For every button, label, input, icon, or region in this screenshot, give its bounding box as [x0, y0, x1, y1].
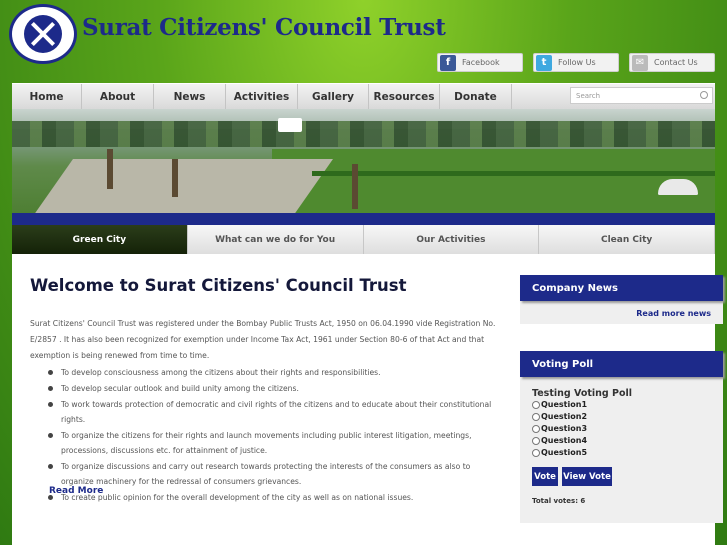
search-input[interactable]: Search — [570, 87, 713, 104]
total-votes: Total votes: 6 — [532, 497, 586, 505]
list-item: To work towards protection of democratic… — [48, 397, 504, 427]
nav-item-activities[interactable]: Activities — [226, 84, 298, 110]
tab-green-city[interactable]: Green City — [12, 225, 188, 254]
page-title: Welcome to Surat Citizens' Council Trust — [30, 276, 407, 295]
facebook-label: Facebook — [462, 58, 500, 67]
read-more-news-link[interactable]: Read more news — [636, 309, 711, 318]
list-item: To develop secular outlook and build uni… — [48, 381, 504, 396]
poll-option-label: Question2 — [541, 412, 588, 421]
banner-divider — [12, 213, 715, 225]
radio-button[interactable] — [532, 424, 540, 433]
voting-poll-heading: Voting Poll — [520, 351, 723, 377]
twitter-icon: t — [536, 54, 552, 71]
site-title: Surat Citizens' Council Trust — [82, 14, 446, 41]
poll-option-label: Question3 — [541, 424, 588, 433]
company-news-panel: Company News Read more news — [520, 275, 723, 324]
facebook-icon: f — [440, 54, 456, 71]
nav-item-home[interactable]: Home — [12, 84, 82, 110]
radio-button[interactable] — [532, 436, 540, 445]
search-icon[interactable] — [700, 91, 708, 99]
tab-what-can-we-do[interactable]: What can we do for You — [187, 225, 364, 254]
poll-option-3[interactable]: Question3 — [532, 424, 587, 433]
list-item: To organize discussions and carry out re… — [48, 459, 504, 489]
nav-item-gallery[interactable]: Gallery — [298, 84, 369, 110]
follow-us-label: Follow Us — [558, 58, 596, 67]
company-news-heading: Company News — [520, 275, 723, 301]
follow-us-button[interactable]: t Follow Us — [533, 53, 619, 72]
nav-item-resources[interactable]: Resources — [369, 84, 440, 110]
poll-option-4[interactable]: Question4 — [532, 436, 587, 445]
contact-us-button[interactable]: ✉ Contact Us — [629, 53, 715, 72]
feature-tabs: Green City What can we do for You Our Ac… — [12, 225, 715, 254]
nav-item-news[interactable]: News — [154, 84, 226, 110]
intro-paragraph: Surat Citizens' Council Trust was regist… — [30, 319, 496, 360]
poll-option-label: Question4 — [541, 436, 588, 445]
voting-poll-panel: Voting Poll Testing Voting Poll Question… — [520, 351, 723, 523]
trust-logo-icon — [24, 15, 62, 53]
mail-icon: ✉ — [632, 54, 648, 71]
objectives-list: To develop consciousness among the citiz… — [48, 365, 504, 506]
poll-option-2[interactable]: Question2 — [532, 412, 587, 421]
vote-button[interactable]: Vote — [532, 467, 558, 486]
view-vote-button[interactable]: View Vote — [562, 467, 612, 486]
poll-option-5[interactable]: Question5 — [532, 448, 587, 457]
poll-option-label: Question5 — [541, 448, 588, 457]
tab-our-activities[interactable]: Our Activities — [363, 225, 540, 254]
list-item: To create public opinion for the overall… — [48, 490, 504, 505]
tab-clean-city[interactable]: Clean City — [539, 225, 715, 254]
radio-button[interactable] — [532, 400, 540, 409]
read-more-link[interactable]: Read More — [49, 486, 103, 496]
radio-button[interactable] — [532, 412, 540, 421]
poll-option-label: Question1 — [541, 400, 588, 409]
facebook-button[interactable]: f Facebook — [437, 53, 523, 72]
header-banner-image — [12, 109, 715, 213]
nav-item-about[interactable]: About — [82, 84, 154, 110]
list-item: To organize the citizens for their right… — [48, 428, 504, 458]
trust-logo[interactable] — [9, 4, 77, 64]
poll-option-1[interactable]: Question1 — [532, 400, 587, 409]
nav-item-donate[interactable]: Donate — [440, 84, 512, 110]
contact-us-label: Contact Us — [654, 58, 698, 67]
poll-question: Testing Voting Poll — [532, 388, 633, 399]
list-item: To develop consciousness among the citiz… — [48, 365, 504, 380]
radio-button[interactable] — [532, 448, 540, 457]
content-area: Welcome to Surat Citizens' Council Trust… — [12, 254, 723, 545]
